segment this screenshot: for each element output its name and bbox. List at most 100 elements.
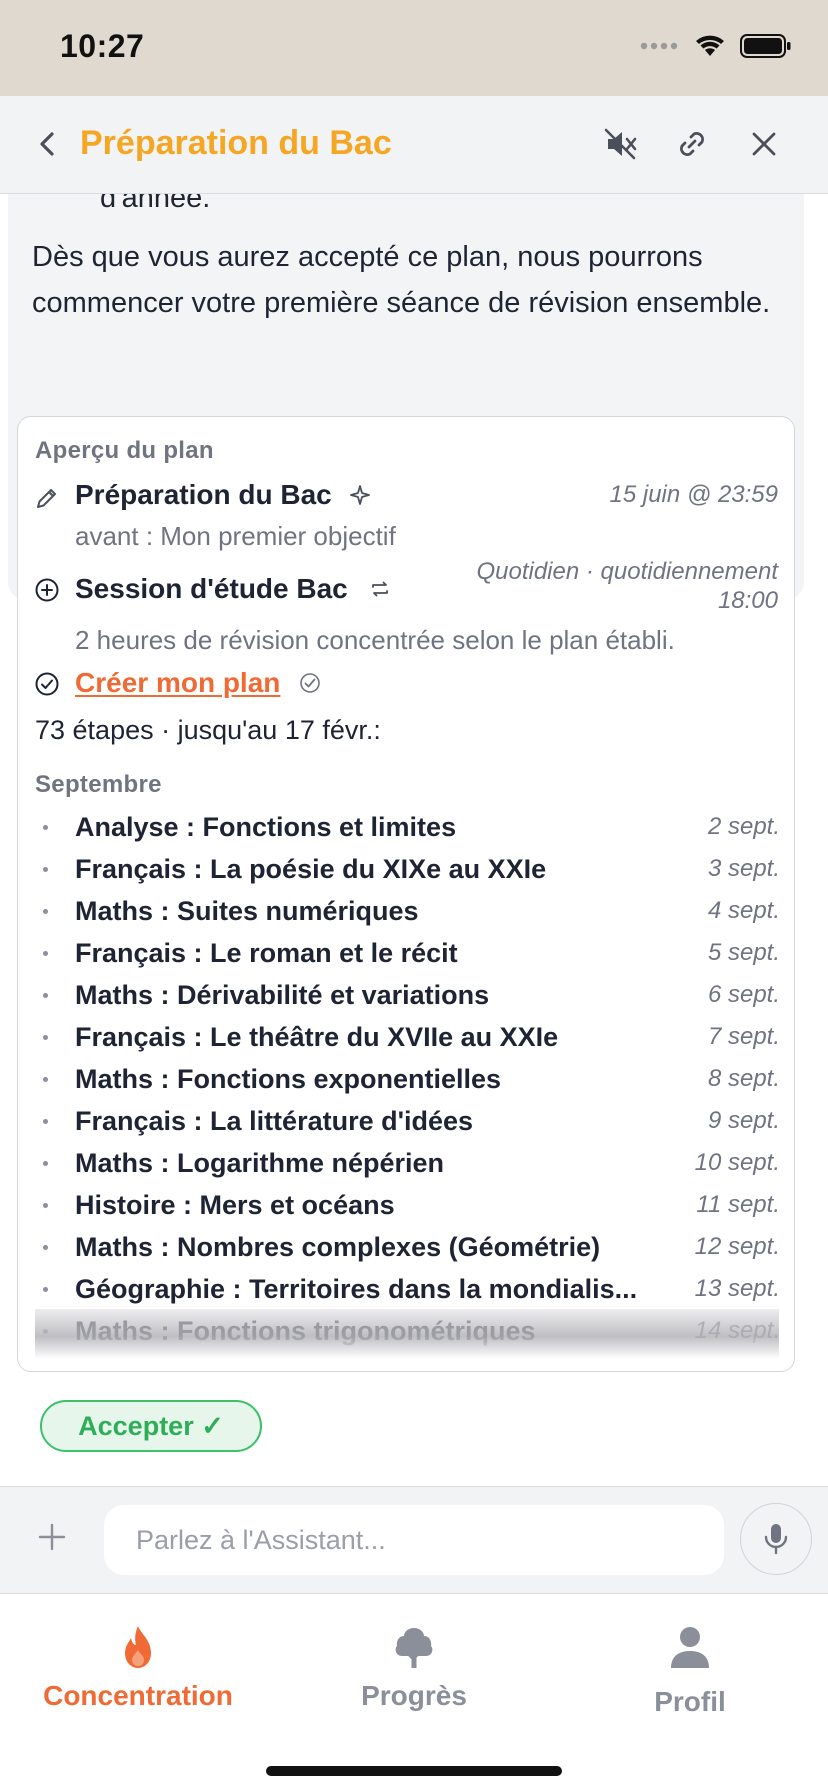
list-item: Maths : Suites numériques 4 sept.: [18, 893, 794, 935]
goal-deadline: 15 juin @ 23:59: [609, 481, 778, 508]
step-date: 10 sept.: [694, 1149, 780, 1176]
step-date: 3 sept.: [707, 855, 780, 882]
bullet: [43, 1077, 48, 1082]
tab-label: Progrès: [361, 1680, 467, 1711]
session-subtitle: 2 heures de révision concentrée selon le…: [75, 625, 675, 655]
session-title: Session d'étude Bac: [75, 573, 348, 604]
home-indicator: [266, 1766, 562, 1776]
step-name: Français : La littérature d'idées: [75, 1106, 474, 1136]
step-list[interactable]: Analyse : Fonctions et limites 2 sept. Fr…: [18, 809, 794, 1355]
step-date: 8 sept.: [707, 1065, 780, 1092]
plan-heading: Aperçu du plan: [35, 437, 214, 464]
step-date: 4 sept.: [707, 897, 780, 924]
bullet: [43, 1161, 48, 1166]
person-icon: [671, 1627, 709, 1668]
bullet: [43, 1245, 48, 1250]
step-date: 5 sept.: [707, 939, 780, 966]
list-item: Maths : Fonctions exponentielles 8 sept.: [18, 1061, 794, 1103]
step-name: Géographie : Territoires dans la mondial…: [75, 1274, 638, 1304]
chat-area[interactable]: d'année. Dès que vous aurez accepté ce p…: [0, 194, 828, 1486]
step-name: Histoire : Mers et océans: [75, 1190, 395, 1220]
speaker-muted-icon[interactable]: [600, 124, 640, 164]
bullet: [43, 993, 48, 998]
message-text: Dès que vous aurez accepté ce plan, nous…: [32, 241, 771, 319]
step-name: Maths : Fonctions trigonométriques: [75, 1316, 536, 1346]
list-item: Français : Le théâtre du XVIIe au XXIe 7 …: [18, 1019, 794, 1061]
tab-concentration[interactable]: Concentration: [18, 1622, 258, 1712]
plus-icon[interactable]: [36, 1521, 68, 1553]
bullet: [43, 1119, 48, 1124]
microphone-icon: [764, 1524, 788, 1555]
page-title: Préparation du Bac: [80, 124, 392, 162]
step-date: 13 sept.: [694, 1275, 780, 1302]
step-name: Français : Le théâtre du XVIIe au XXIe: [75, 1022, 559, 1052]
status-time: 10:27: [60, 28, 145, 64]
list-item: Maths : Logarithme népérien 10 sept.: [18, 1145, 794, 1187]
flame-icon: [125, 1626, 151, 1668]
session-frequency: Quotidien · quotidiennement 18:00: [476, 558, 778, 614]
step-date: 11 sept.: [696, 1191, 780, 1218]
list-item: Maths : Fonctions trigonométriques 14 sep…: [18, 1313, 794, 1355]
sparkle-icon: [350, 485, 370, 505]
list-item: Géographie : Territoires dans la mondial…: [18, 1271, 794, 1313]
month-heading: Septembre: [35, 771, 162, 798]
step-name: Maths : Dérivabilité et variations: [75, 980, 490, 1010]
bullet: [43, 1329, 48, 1334]
input-bar: [0, 1486, 828, 1594]
check-badge-icon: [300, 673, 320, 693]
step-name: Français : Le roman et le récit: [75, 938, 458, 968]
step-date: 2 sept.: [707, 813, 780, 840]
step-name: Analyse : Fonctions et limites: [75, 812, 457, 842]
bullet: [43, 951, 48, 956]
tab-label: Profil: [654, 1686, 726, 1717]
message-input[interactable]: [104, 1505, 724, 1575]
signal-icon: [640, 42, 678, 50]
steps-summary: 73 étapes · jusqu'au 17 févr.:: [35, 715, 381, 745]
tree-icon: [395, 1628, 433, 1668]
bullet: [43, 867, 48, 872]
create-plan-link[interactable]: Créer mon plan: [75, 667, 280, 699]
list-item: Français : Le roman et le récit 5 sept.: [18, 935, 794, 977]
close-icon[interactable]: [744, 124, 784, 164]
status-bar: 10:27: [0, 0, 828, 96]
plus-circle-icon: [35, 578, 59, 602]
step-name: Maths : Suites numériques: [75, 896, 419, 926]
bullet: [43, 1287, 48, 1292]
list-item: Maths : Dérivabilité et variations 6 sept…: [18, 977, 794, 1019]
step-date: 14 sept.: [694, 1317, 780, 1344]
step-date: 7 sept.: [707, 1023, 780, 1050]
step-name: Maths : Logarithme népérien: [75, 1148, 445, 1178]
list-item: Maths : Nombres complexes (Géométrie) 12 …: [18, 1229, 794, 1271]
bullet: [43, 1203, 48, 1208]
message-previous-line: d'année.: [100, 194, 211, 214]
link-icon[interactable]: [672, 124, 712, 164]
goal-title: Préparation du Bac: [75, 479, 332, 510]
goal-subtitle: avant : Mon premier objectif: [75, 521, 396, 551]
battery-icon: [740, 34, 791, 58]
bullet: [43, 825, 48, 830]
step-date: 9 sept.: [707, 1107, 780, 1134]
chevron-left-icon[interactable]: [30, 126, 66, 162]
tab-bar: Concentration Progrès Profil: [0, 1594, 828, 1792]
microphone-button[interactable]: [740, 1503, 812, 1575]
step-name: Maths : Nombres complexes (Géométrie): [75, 1232, 601, 1262]
repeat-icon: [372, 581, 388, 597]
list-item: Français : La littérature d'idées 9 sept.: [18, 1103, 794, 1145]
status-icons: [640, 34, 792, 58]
bullet: [43, 1035, 48, 1040]
step-name: Maths : Fonctions exponentielles: [75, 1064, 502, 1094]
step-date: 12 sept.: [694, 1233, 780, 1260]
step-name: Français : La poésie du XIXe au XXIe: [75, 854, 547, 884]
bullet: [43, 909, 48, 914]
step-date: 6 sept.: [707, 981, 780, 1008]
tab-profil[interactable]: Profil: [570, 1622, 810, 1718]
accept-button[interactable]: Accepter ✓: [40, 1400, 262, 1452]
tab-label: Concentration: [43, 1680, 233, 1711]
wifi-icon: [696, 35, 724, 56]
check-circle-icon: [35, 672, 59, 696]
list-item: Histoire : Mers et océans 11 sept.: [18, 1187, 794, 1229]
pencil-icon: [37, 489, 56, 508]
tab-progres[interactable]: Progrès: [294, 1622, 534, 1712]
chat-header: Préparation du Bac: [0, 96, 828, 194]
plan-preview-card: Aperçu du plan Préparation du Bac 15 jui…: [17, 416, 795, 1372]
